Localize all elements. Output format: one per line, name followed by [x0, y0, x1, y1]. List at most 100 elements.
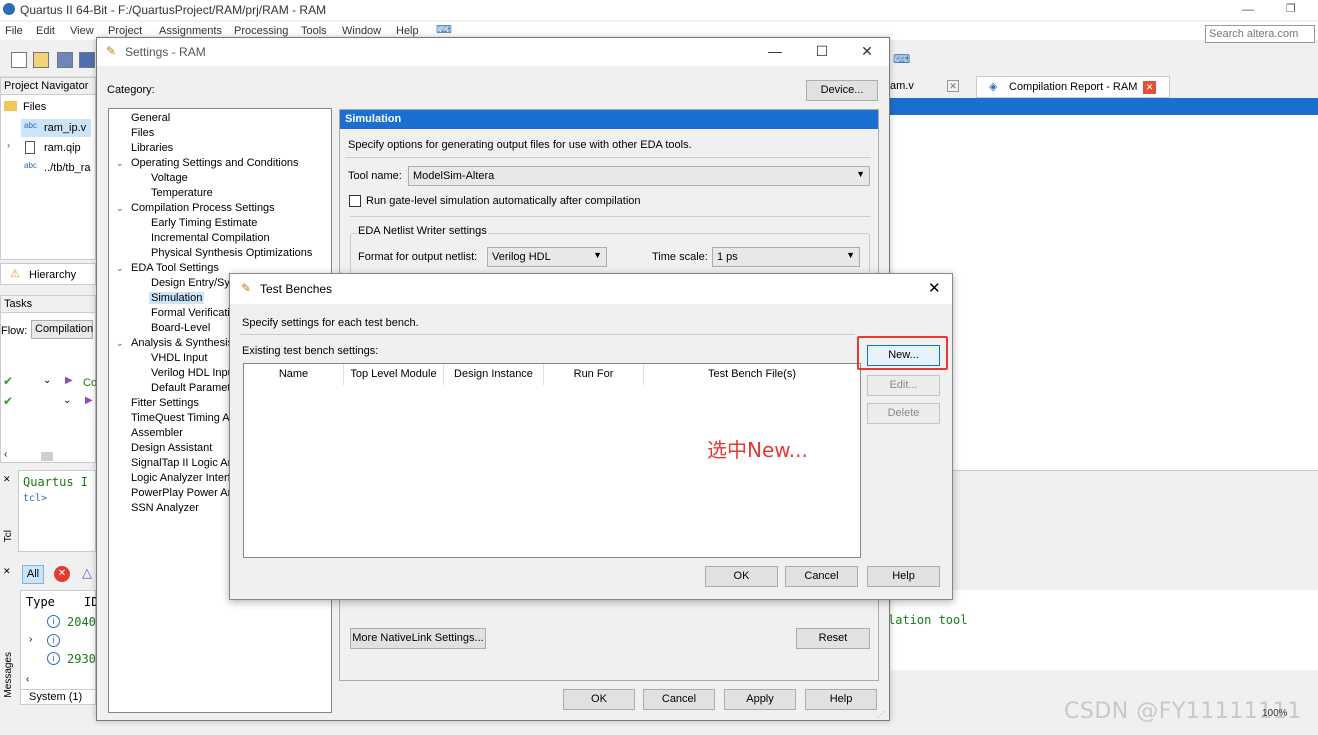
tcl-side-tab[interactable]: ✕ Tcl: [0, 470, 18, 552]
tree-item-compilation-process-settings[interactable]: Compilation Process Settings: [131, 202, 275, 214]
error-filter-icon[interactable]: ✕: [54, 566, 70, 582]
tcl-console[interactable]: Quartus I tcl>: [18, 470, 96, 552]
tree-item-simulation[interactable]: Simulation: [149, 292, 205, 304]
scroll-left-icon[interactable]: ‹: [4, 449, 7, 460]
task-label[interactable]: Co: [83, 377, 97, 389]
scrollbar-thumb[interactable]: [41, 452, 53, 461]
tree-item-operating-settings-and-conditions[interactable]: Operating Settings and Conditions: [131, 157, 299, 169]
flow-select[interactable]: Compilation: [31, 320, 93, 339]
column-design-instance[interactable]: Design Instance: [444, 364, 544, 385]
tree-item-general[interactable]: General: [131, 112, 170, 124]
message-id[interactable]: 2930: [67, 652, 96, 666]
column-test-bench-files[interactable]: Test Bench File(s): [644, 364, 860, 385]
settings-help-button[interactable]: Help: [805, 689, 877, 710]
play-icon[interactable]: ▶: [65, 375, 73, 386]
collapse-arrow-icon[interactable]: ⌄: [116, 338, 124, 349]
menu-project[interactable]: Project: [108, 25, 142, 37]
filter-all-button[interactable]: All: [22, 565, 44, 584]
expand-arrow-icon[interactable]: ›: [7, 140, 10, 150]
message-id[interactable]: 2040: [67, 615, 96, 629]
close-icon[interactable]: ✕: [857, 43, 877, 60]
tree-item-files[interactable]: Files: [131, 127, 154, 139]
tree-item-temperature[interactable]: Temperature: [151, 187, 213, 199]
help-chat-icon[interactable]: ⌨: [436, 23, 452, 36]
warning-filter-icon[interactable]: △: [82, 565, 92, 581]
settings-cancel-button[interactable]: Cancel: [643, 689, 715, 710]
scroll-left-icon[interactable]: ‹: [26, 674, 29, 685]
minimize-icon[interactable]: —: [765, 43, 785, 59]
test-benches-cancel-button[interactable]: Cancel: [785, 566, 858, 587]
toolbar-help-icon[interactable]: ⌨: [893, 52, 910, 66]
resize-grip-icon[interactable]: ⋰: [877, 710, 885, 719]
column-run-for[interactable]: Run For: [544, 364, 644, 385]
run-gate-level-checkbox[interactable]: [349, 195, 361, 207]
collapse-arrow-icon[interactable]: ⌄: [116, 263, 124, 274]
tree-item-voltage[interactable]: Voltage: [151, 172, 188, 184]
open-folder-icon[interactable]: [33, 52, 49, 68]
menu-processing[interactable]: Processing: [234, 25, 288, 37]
file-name[interactable]: ../tb/tb_ra: [44, 162, 90, 174]
tool-name-select[interactable]: ModelSim-Altera ▼: [408, 166, 870, 186]
menu-window[interactable]: Window: [342, 25, 381, 37]
tree-item-physical-synthesis-optimizations[interactable]: Physical Synthesis Optimizations: [151, 247, 312, 259]
close-icon[interactable]: ✕: [928, 279, 941, 297]
tree-item-ssn-analyzer[interactable]: SSN Analyzer: [131, 502, 199, 514]
new-file-icon[interactable]: [11, 52, 27, 68]
edit-button[interactable]: Edit...: [867, 375, 940, 396]
column-name[interactable]: Name: [244, 364, 344, 385]
menu-edit[interactable]: Edit: [36, 25, 55, 37]
tree-item-early-timing-estimate[interactable]: Early Timing Estimate: [151, 217, 257, 229]
file-item-selected[interactable]: abc ram_ip.v: [21, 119, 91, 137]
save-all-icon[interactable]: [79, 52, 95, 68]
close-icon[interactable]: ✕: [3, 474, 11, 485]
tree-item-timequest-timing-an[interactable]: TimeQuest Timing An: [131, 412, 236, 424]
save-icon[interactable]: [57, 52, 73, 68]
collapse-arrow-icon[interactable]: ⌄: [116, 158, 124, 169]
tab-compilation-report[interactable]: ◈ Compilation Report - RAM ✕: [976, 76, 1170, 98]
tree-item-signaltap-ii-logic-an[interactable]: SignalTap II Logic An: [131, 457, 234, 469]
test-benches-help-button[interactable]: Help: [867, 566, 940, 587]
tree-item-assembler[interactable]: Assembler: [131, 427, 183, 439]
settings-ok-button[interactable]: OK: [563, 689, 635, 710]
format-select[interactable]: Verilog HDL ▼: [487, 247, 607, 267]
tree-item-verilog-hdl-inpu[interactable]: Verilog HDL Inpu: [151, 367, 234, 379]
collapse-arrow-icon[interactable]: ⌄: [116, 203, 124, 214]
tree-item-design-assistant[interactable]: Design Assistant: [131, 442, 212, 454]
messages-side-tab[interactable]: ✕ Messages: [0, 562, 18, 702]
new-button[interactable]: New...: [867, 345, 940, 366]
time-scale-select[interactable]: 1 ps ▼: [712, 247, 860, 267]
tree-item-analysis-synthesis[interactable]: Analysis & Synthesis: [131, 337, 233, 349]
device-button[interactable]: Device...: [806, 80, 878, 101]
menu-tools[interactable]: Tools: [301, 25, 327, 37]
search-input[interactable]: [1205, 25, 1315, 43]
tree-item-logic-analyzer-interf[interactable]: Logic Analyzer Interf: [131, 472, 231, 484]
maximize-icon[interactable]: ☐: [812, 43, 832, 60]
tree-item-default-paramete[interactable]: Default Paramete: [151, 382, 237, 394]
test-benches-ok-button[interactable]: OK: [705, 566, 778, 587]
menu-help[interactable]: Help: [396, 25, 419, 37]
tree-item-incremental-compilation[interactable]: Incremental Compilation: [151, 232, 270, 244]
close-report-icon[interactable]: ✕: [1143, 81, 1156, 94]
tab-system[interactable]: System (1): [20, 689, 96, 705]
collapse-icon[interactable]: ⌄: [63, 395, 71, 406]
menu-file[interactable]: File: [5, 25, 23, 37]
minimize-icon[interactable]: —: [1242, 2, 1254, 16]
column-top-level-module[interactable]: Top Level Module: [344, 364, 444, 385]
hierarchy-tab[interactable]: ⚠ Hierarchy: [0, 263, 96, 285]
expand-arrow-icon[interactable]: ›: [29, 634, 32, 645]
collapse-icon[interactable]: ⌄: [43, 375, 51, 386]
tree-item-libraries[interactable]: Libraries: [131, 142, 173, 154]
restore-icon[interactable]: ❐: [1286, 2, 1296, 15]
reset-button[interactable]: Reset: [796, 628, 870, 649]
tree-item-vhdl-input[interactable]: VHDL Input: [151, 352, 207, 364]
tree-item-eda-tool-settings[interactable]: EDA Tool Settings: [131, 262, 219, 274]
project-navigator-dropdown[interactable]: Project Navigator: [1, 78, 95, 95]
tree-item-powerplay-power-an[interactable]: PowerPlay Power An: [131, 487, 234, 499]
tree-item-fitter-settings[interactable]: Fitter Settings: [131, 397, 199, 409]
close-icon[interactable]: ✕: [3, 566, 11, 577]
tab-ram-v[interactable]: am.v: [890, 80, 914, 92]
file-name[interactable]: ram.qip: [44, 142, 81, 154]
delete-button[interactable]: Delete: [867, 403, 940, 424]
menu-assignments[interactable]: Assignments: [159, 25, 222, 37]
tree-item-board-level[interactable]: Board-Level: [151, 322, 210, 334]
